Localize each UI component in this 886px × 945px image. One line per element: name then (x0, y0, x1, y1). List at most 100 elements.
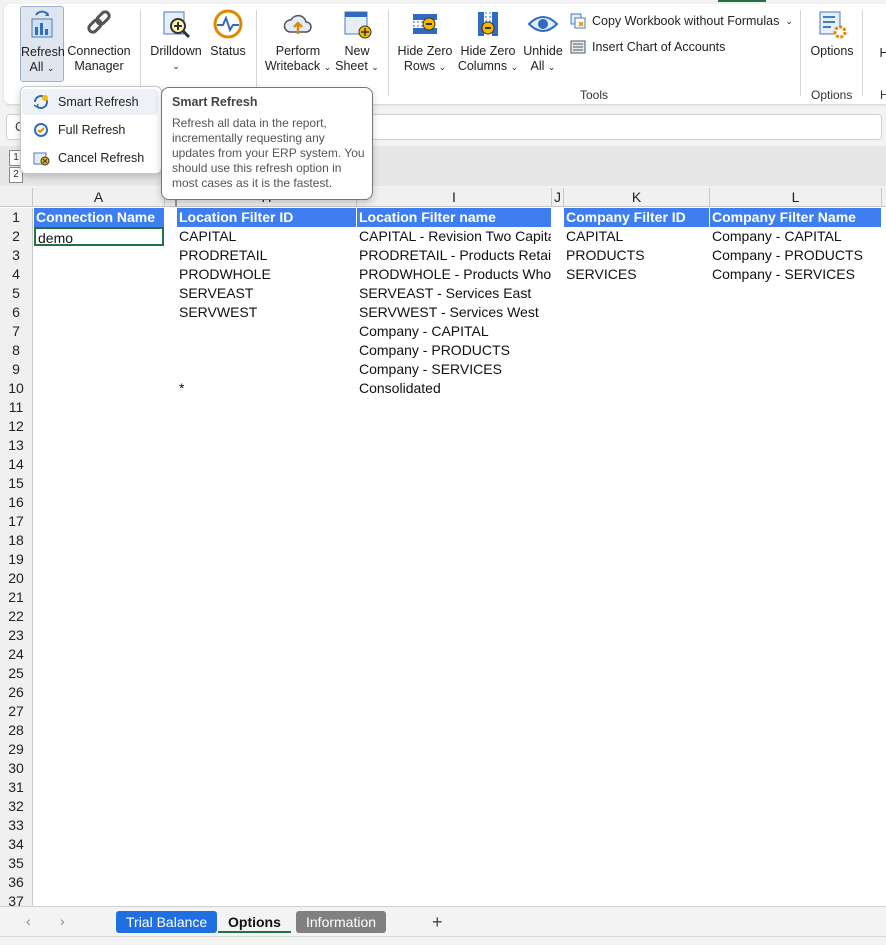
cell-l[interactable]: Company - PRODUCTS (710, 246, 881, 265)
cell-i[interactable]: SERVWEST - Services West (357, 303, 551, 322)
row-header[interactable]: 34 (0, 835, 33, 854)
drilldown-button[interactable]: Drilldown ⌄ (148, 6, 204, 74)
row-header[interactable]: 20 (0, 569, 33, 588)
cell-i[interactable]: PRODRETAIL - Products Retail (357, 246, 551, 265)
cell-k[interactable] (564, 284, 709, 303)
options-button[interactable]: Options (808, 6, 856, 59)
cell-a[interactable] (34, 246, 164, 265)
header-company-filter-name[interactable]: Company Filter Name (710, 208, 881, 227)
tab-trial-balance[interactable]: Trial Balance (116, 911, 218, 933)
cell-h[interactable] (177, 360, 356, 379)
cell-h[interactable]: PRODRETAIL (177, 246, 356, 265)
menu-item-smart-refresh[interactable]: Smart Refresh (22, 89, 158, 115)
column-header-i[interactable]: I (357, 188, 552, 207)
hide-zero-columns-button[interactable]: Hide Zero Columns ⌄ (456, 6, 520, 75)
cell-h[interactable]: SERVWEST (177, 303, 356, 322)
cell-k[interactable] (564, 360, 709, 379)
row-header[interactable]: 28 (0, 721, 33, 740)
cell-l[interactable] (710, 322, 881, 341)
row-header[interactable]: 27 (0, 702, 33, 721)
column-header-l[interactable]: L (710, 188, 882, 207)
cell-l[interactable]: Company - SERVICES (710, 265, 881, 284)
row-header[interactable]: 33 (0, 816, 33, 835)
tab-options[interactable]: Options (218, 911, 291, 933)
row-header[interactable]: 7 (0, 322, 33, 341)
cell-a[interactable] (34, 322, 164, 341)
cell-k[interactable]: SERVICES (564, 265, 709, 284)
cell-l[interactable] (710, 379, 881, 398)
cell-h[interactable]: * (177, 379, 356, 398)
row-header[interactable]: 13 (0, 436, 33, 455)
cell-k[interactable]: CAPITAL (564, 227, 709, 246)
cell-a[interactable] (34, 265, 164, 284)
cell-i[interactable]: CAPITAL - Revision Two Capital (357, 227, 551, 246)
row-header[interactable]: 36 (0, 873, 33, 892)
row-header[interactable]: 29 (0, 740, 33, 759)
cell-i[interactable]: Consolidated (357, 379, 551, 398)
status-button[interactable]: Status (206, 6, 250, 59)
row-header[interactable]: 22 (0, 607, 33, 626)
cell-l[interactable] (710, 303, 881, 322)
row-header[interactable]: 17 (0, 512, 33, 531)
row-header[interactable]: 3 (0, 246, 33, 265)
menu-item-full-refresh[interactable]: Full Refresh (22, 117, 158, 143)
row-header[interactable]: 4 (0, 265, 33, 284)
cell-k[interactable] (564, 341, 709, 360)
row-header[interactable]: 2 (0, 227, 33, 246)
cell-h[interactable] (177, 322, 356, 341)
spreadsheet-grid[interactable]: A H I J K L M 12345678910111213141516171… (0, 188, 886, 906)
row-header[interactable]: 21 (0, 588, 33, 607)
header-company-filter-id[interactable]: Company Filter ID (564, 208, 709, 227)
row-header[interactable]: 6 (0, 303, 33, 322)
row-header[interactable]: 8 (0, 341, 33, 360)
cell-a[interactable] (34, 341, 164, 360)
header-location-filter-id[interactable]: Location Filter ID (177, 208, 356, 227)
tab-information[interactable]: Information (296, 911, 387, 933)
hide-zero-rows-button[interactable]: Hide Zero Rows ⌄ (396, 6, 454, 75)
unhide-all-button[interactable]: Unhide All ⌄ (522, 6, 564, 75)
cell-k[interactable]: PRODUCTS (564, 246, 709, 265)
cell-i[interactable]: SERVEAST - Services East (357, 284, 551, 303)
cell-l[interactable] (710, 360, 881, 379)
cell-i[interactable]: PRODWHOLE - Products Wholesale (357, 265, 551, 284)
menu-item-cancel-refresh[interactable]: Cancel Refresh (22, 145, 158, 171)
row-header[interactable]: 1 (0, 208, 33, 227)
perform-writeback-button[interactable]: Perform Writeback ⌄ (264, 6, 332, 75)
new-sheet-button[interactable]: New Sheet ⌄ (334, 6, 380, 75)
cell-a[interactable]: demo (34, 227, 164, 246)
cell-k[interactable] (564, 303, 709, 322)
row-header[interactable]: 32 (0, 797, 33, 816)
row-header[interactable]: 11 (0, 398, 33, 417)
row-header[interactable]: 26 (0, 683, 33, 702)
row-header[interactable]: 18 (0, 531, 33, 550)
cell-i[interactable]: Company - CAPITAL (357, 322, 551, 341)
add-sheet-button[interactable]: + (432, 912, 443, 933)
tab-prev-icon[interactable]: ‹ (26, 913, 31, 929)
ribbon-cut-button[interactable]: H (874, 46, 886, 61)
refresh-all-button[interactable]: Refresh All ⌄ (20, 6, 65, 82)
cell-a[interactable] (34, 303, 164, 322)
cell-k[interactable] (564, 379, 709, 398)
cell-h[interactable]: CAPITAL (177, 227, 356, 246)
row-header[interactable]: 14 (0, 455, 33, 474)
copy-workbook-button[interactable]: Copy Workbook without Formulas ⌄ (570, 13, 793, 29)
cell-l[interactable]: Company - CAPITAL (710, 227, 881, 246)
cell-a[interactable] (34, 360, 164, 379)
row-header[interactable]: 30 (0, 759, 33, 778)
row-header[interactable]: 37 (0, 892, 33, 906)
cell-i[interactable]: Company - SERVICES (357, 360, 551, 379)
row-header[interactable]: 24 (0, 645, 33, 664)
column-header-k[interactable]: K (564, 188, 710, 207)
row-header[interactable]: 5 (0, 284, 33, 303)
row-header[interactable]: 15 (0, 474, 33, 493)
cell-h[interactable]: SERVEAST (177, 284, 356, 303)
column-header-j[interactable]: J (552, 188, 564, 207)
header-location-filter-name[interactable]: Location Filter name (357, 208, 551, 227)
row-header[interactable]: 10 (0, 379, 33, 398)
insert-coa-button[interactable]: Insert Chart of Accounts (570, 39, 725, 55)
row-header[interactable]: 9 (0, 360, 33, 379)
cell-l[interactable] (710, 284, 881, 303)
cell-h[interactable]: PRODWHOLE (177, 265, 356, 284)
row-header[interactable]: 23 (0, 626, 33, 645)
row-header[interactable]: 25 (0, 664, 33, 683)
